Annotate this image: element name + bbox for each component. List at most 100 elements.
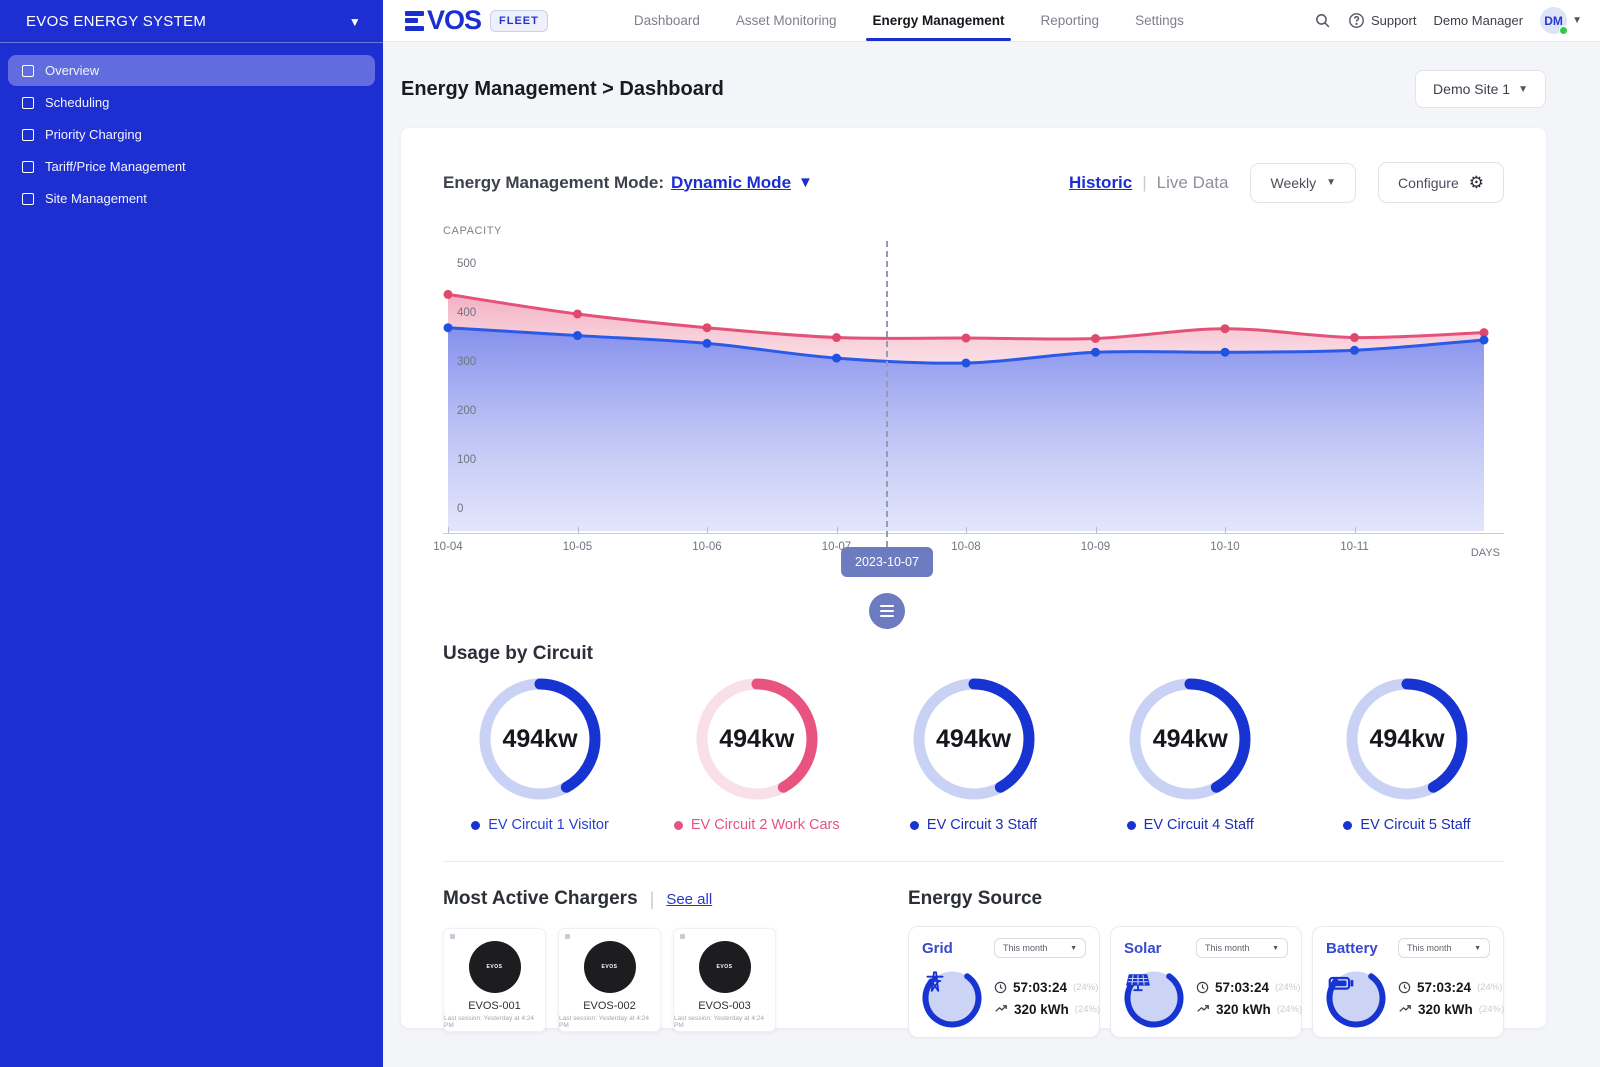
clock-icon xyxy=(994,981,1007,994)
site-selector-label: Demo Site 1 xyxy=(1433,81,1510,97)
energy-card-title: Battery xyxy=(1326,940,1378,957)
user-menu[interactable]: DM ▼ xyxy=(1540,7,1582,34)
usage-section-title: Usage by Circuit xyxy=(443,643,1504,665)
legend-dot-icon xyxy=(674,821,683,830)
circuit-value: 494kw xyxy=(1343,675,1471,803)
online-status-dot xyxy=(1559,26,1568,35)
x-tick-label: 10-06 xyxy=(692,541,721,553)
battery-icon xyxy=(1326,968,1386,1028)
x-tick-label: 10-09 xyxy=(1081,541,1110,553)
gear-icon: ⚙ xyxy=(1469,174,1484,191)
user-name[interactable]: Demo Manager xyxy=(1433,13,1523,28)
breadcrumb: Energy Management > Dashboard xyxy=(401,78,724,101)
circuit-donut-4: 494kwEV Circuit 4 Staff xyxy=(1101,675,1279,833)
mode-dropdown[interactable]: Dynamic Mode xyxy=(671,173,791,193)
x-axis-line xyxy=(443,533,1504,534)
circuit-donut-1: 494kwEV Circuit 1 Visitor xyxy=(451,675,629,833)
x-tick xyxy=(707,527,708,533)
content-area: Energy Management > Dashboard Demo Site … xyxy=(383,42,1600,1067)
charger-photo: EVOS xyxy=(469,941,521,993)
brand: VOS FLEET xyxy=(405,7,548,34)
checkbox-icon xyxy=(22,97,34,109)
legend-dot-icon xyxy=(1127,821,1136,830)
clock-icon xyxy=(1398,981,1411,994)
x-tick-label: 10-10 xyxy=(1210,541,1239,553)
tab-asset-monitoring[interactable]: Asset Monitoring xyxy=(736,0,837,41)
historic-tab[interactable]: Historic xyxy=(1069,173,1132,193)
circuit-label: EV Circuit 5 Staff xyxy=(1360,817,1470,833)
see-all-link[interactable]: See all xyxy=(666,891,712,908)
battery-icon-ring xyxy=(1326,968,1386,1028)
support-button[interactable]: Support xyxy=(1348,12,1417,29)
topbar-right: Support Demo Manager DM ▼ xyxy=(1314,7,1582,34)
energy-period-select[interactable]: This month▼ xyxy=(1196,938,1288,958)
chevron-down-icon: ▼ xyxy=(1474,945,1481,952)
x-tick xyxy=(448,527,449,533)
data-source-toggle: Historic | Live Data xyxy=(1069,173,1229,193)
energy-period-select[interactable]: This month▼ xyxy=(1398,938,1490,958)
charger-card-evos-001[interactable]: EVOSEVOS-001Last session: Yesterday at 4… xyxy=(443,928,546,1032)
live-data-tab[interactable]: Live Data xyxy=(1157,173,1229,193)
site-selector[interactable]: Demo Site 1 ▼ xyxy=(1415,70,1546,108)
energy-section-title: Energy Source xyxy=(908,888,1504,910)
org-selector[interactable]: EVOS ENERGY SYSTEM ▼ xyxy=(0,0,383,42)
donut-gauge: 494kw xyxy=(1343,675,1471,803)
tab-energy-management[interactable]: Energy Management xyxy=(872,0,1004,41)
search-icon[interactable] xyxy=(1314,12,1331,29)
donut-gauge: 494kw xyxy=(910,675,1038,803)
sidebar-item-scheduling[interactable]: Scheduling xyxy=(8,87,375,118)
marker-drag-handle[interactable] xyxy=(869,593,905,629)
chargers-header: Most Active Chargers | See all xyxy=(443,888,848,910)
x-tick xyxy=(837,527,838,533)
sidebar-item-site-management[interactable]: Site Management xyxy=(8,183,375,214)
toggle-separator: | xyxy=(1142,173,1146,193)
circuit-legend: EV Circuit 5 Staff xyxy=(1343,817,1470,833)
x-tick xyxy=(578,527,579,533)
sidebar-item-overview[interactable]: Overview xyxy=(8,55,375,86)
y-tick-label: 400 xyxy=(457,307,476,319)
evos-logo[interactable]: VOS xyxy=(405,7,481,34)
energy-kwh-value: 320 kWh xyxy=(1014,1002,1069,1017)
evos-logo-e-icon xyxy=(405,11,424,31)
charger-card-row: EVOSEVOS-001Last session: Yesterday at 4… xyxy=(443,928,848,1032)
energy-period-select[interactable]: This month▼ xyxy=(994,938,1086,958)
y-tick-label: 300 xyxy=(457,356,476,368)
configure-button[interactable]: Configure ⚙ xyxy=(1378,162,1504,203)
configure-label: Configure xyxy=(1398,175,1459,191)
energy-card-row: GridThis month▼57:03:24(24%)320 kWh(24%)… xyxy=(908,926,1504,1038)
trend-up-icon xyxy=(1196,1002,1210,1016)
charger-last-session: Last session: Yesterday at 4:24 PM xyxy=(674,1015,775,1029)
tab-settings[interactable]: Settings xyxy=(1135,0,1184,41)
donut-gauge: 494kw xyxy=(1126,675,1254,803)
charger-name: EVOS-002 xyxy=(583,1000,636,1012)
mode-row: Energy Management Mode: Dynamic Mode ▼ H… xyxy=(443,162,1504,203)
charger-card-evos-002[interactable]: EVOSEVOS-002Last session: Yesterday at 4… xyxy=(558,928,661,1032)
top-navbar: VOS FLEET Dashboard Asset Monitoring Energ… xyxy=(383,0,1600,42)
sidebar-item-priority-charging[interactable]: Priority Charging xyxy=(8,119,375,150)
circuit-donut-5: 494kw EV Circuit 5 Staff xyxy=(1318,675,1496,833)
chevron-down-icon[interactable]: ▼ xyxy=(798,174,813,191)
chargers-column: Most Active Chargers | See all EVOSEVOS-… xyxy=(443,888,848,1038)
energy-kwh-percent: (24%) xyxy=(1277,1004,1302,1015)
legend-dot-icon xyxy=(910,821,919,830)
tab-reporting[interactable]: Reporting xyxy=(1041,0,1100,41)
grid-tower-icon-ring xyxy=(922,968,982,1028)
card-corner-icon xyxy=(680,934,685,939)
sidebar-item-tariff-price-management[interactable]: Tariff/Price Management xyxy=(8,151,375,182)
dashboard-card: Energy Management Mode: Dynamic Mode ▼ H… xyxy=(401,128,1546,1028)
chevron-down-icon: ▼ xyxy=(1572,15,1582,26)
y-axis-title: CAPACITY xyxy=(443,225,1504,237)
org-selector-label: EVOS ENERGY SYSTEM xyxy=(26,13,206,30)
chevron-down-icon: ▼ xyxy=(1272,945,1279,952)
sidebar-item-label: Priority Charging xyxy=(45,127,142,142)
evos-logo-text: VOS xyxy=(427,7,481,34)
tab-dashboard[interactable]: Dashboard xyxy=(634,0,700,41)
x-tick xyxy=(1096,527,1097,533)
sidebar-item-label: Tariff/Price Management xyxy=(45,159,186,174)
period-select[interactable]: Weekly ▼ xyxy=(1250,163,1356,203)
charger-photo: EVOS xyxy=(584,941,636,993)
uptime-value: 57:03:24 xyxy=(1417,980,1471,995)
charger-name: EVOS-003 xyxy=(698,1000,751,1012)
charger-card-evos-003[interactable]: EVOSEVOS-003Last session: Yesterday at 4… xyxy=(673,928,776,1032)
uptime-value: 57:03:24 xyxy=(1013,980,1067,995)
